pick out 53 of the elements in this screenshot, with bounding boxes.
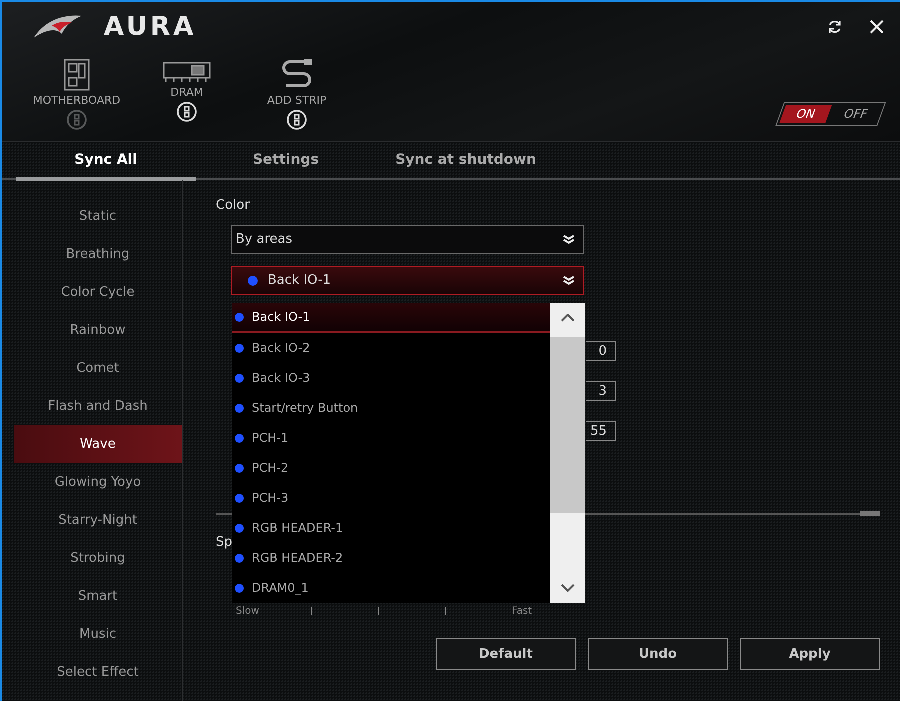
color-mode-dropdown[interactable]: By areas — [231, 225, 584, 254]
area-option[interactable]: Back IO-2 — [232, 333, 550, 363]
window-title: AURA — [104, 12, 197, 42]
area-option[interactable]: PCH-3 — [232, 483, 550, 513]
double-chevron-icon — [563, 234, 575, 244]
device-label: DRAM — [170, 86, 204, 99]
effect-item[interactable]: Rainbow — [14, 311, 182, 349]
link-icon[interactable] — [176, 101, 198, 123]
device-label: ADD STRIP — [267, 94, 327, 107]
color-label: Color — [216, 198, 250, 213]
value-field[interactable]: 0 — [586, 341, 616, 361]
effect-item[interactable]: Static — [14, 197, 182, 235]
effect-item[interactable]: Music — [14, 615, 182, 653]
area-option[interactable]: PCH-2 — [232, 453, 550, 483]
tab[interactable]: Sync All — [16, 142, 196, 181]
area-option[interactable]: RGB HEADER-1 — [232, 513, 550, 543]
tab[interactable]: Settings — [196, 142, 376, 181]
toggle-option[interactable]: OFF — [830, 105, 882, 123]
motherboard-icon — [63, 58, 91, 92]
effect-item[interactable]: Strobing — [14, 539, 182, 577]
scrollbar[interactable] — [550, 303, 585, 603]
effect-item[interactable]: Comet — [14, 349, 182, 387]
area-option[interactable]: Start/retry Button — [232, 393, 550, 423]
area-option[interactable]: PCH-1 — [232, 423, 550, 453]
effect-item[interactable]: Starry-Night — [14, 501, 182, 539]
effect-item[interactable]: Select Effect — [14, 653, 182, 691]
device-label: MOTHERBOARD — [33, 94, 121, 107]
effect-item[interactable]: Smart — [14, 577, 182, 615]
link-icon[interactable] — [286, 109, 308, 131]
value-field[interactable]: 3 — [586, 381, 616, 401]
double-chevron-icon — [563, 276, 575, 286]
effect-item[interactable]: Wave — [14, 425, 182, 463]
effect-item[interactable]: Flash and Dash — [14, 387, 182, 425]
slow-label: Slow — [236, 606, 260, 616]
power-toggle[interactable]: ON OFF — [776, 102, 886, 126]
speed-label: Sp — [216, 535, 233, 550]
area-option[interactable]: RGB HEADER-2 — [232, 543, 550, 573]
action-button[interactable]: Default — [436, 638, 576, 670]
fast-label: Fast — [512, 606, 534, 616]
slider-thumb[interactable] — [860, 511, 880, 516]
toggle-option[interactable]: ON — [780, 105, 832, 123]
value-field[interactable]: 55 — [586, 421, 616, 441]
effect-item[interactable]: Breathing — [14, 235, 182, 273]
area-option[interactable]: Back IO-1 — [232, 303, 550, 333]
scroll-thumb[interactable] — [550, 337, 585, 513]
area-option[interactable]: DRAM0_1 — [232, 573, 550, 603]
action-button[interactable]: Apply — [740, 638, 880, 670]
area-option[interactable]: Back IO-3 — [232, 363, 550, 393]
area-dropdown[interactable]: Back IO-1 — [231, 266, 584, 295]
effect-item[interactable]: Color Cycle — [14, 273, 182, 311]
action-button[interactable]: Undo — [588, 638, 728, 670]
effect-item[interactable]: Glowing Yoyo — [14, 463, 182, 501]
tab[interactable]: Sync at shutdown — [376, 142, 556, 181]
